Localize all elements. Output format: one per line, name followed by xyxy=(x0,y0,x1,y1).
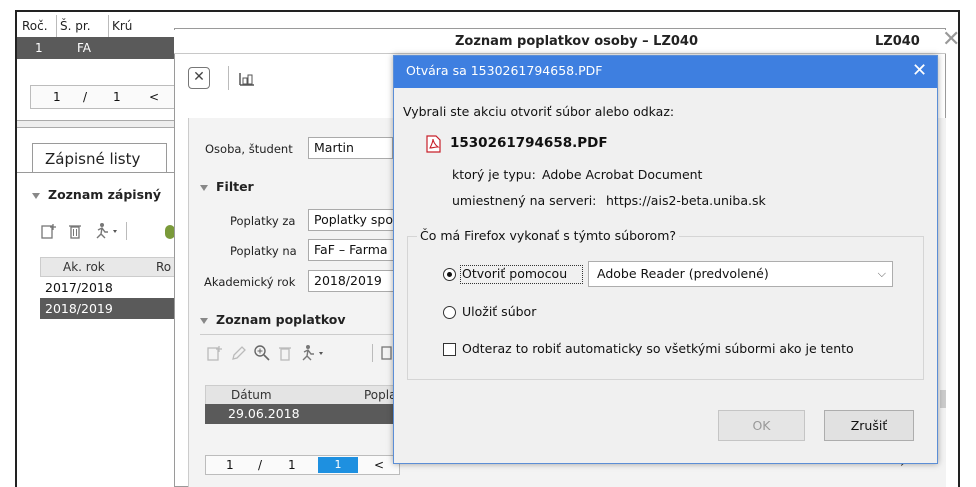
run-action-icon[interactable] xyxy=(92,222,122,240)
pdf-file-icon xyxy=(426,135,441,153)
run-action-icon[interactable] xyxy=(298,344,328,362)
intro-text: Vybrali ste akciu otvoriť súbor alebo od… xyxy=(403,104,675,119)
fees-dialog-code: LZ040 xyxy=(875,34,920,49)
table-layout-icon[interactable] xyxy=(238,70,256,88)
collapse-triangle-icon[interactable] xyxy=(200,317,208,324)
collapse-triangle-icon[interactable] xyxy=(32,192,40,199)
fees-pager: 1 / 1 < xyxy=(205,455,400,475)
new-record-icon[interactable] xyxy=(206,344,224,362)
year-label: Akademický rok xyxy=(204,275,296,289)
fees-for-label: Poplatky za xyxy=(230,214,296,228)
edit-pencil-icon[interactable] xyxy=(230,344,248,362)
col-spr[interactable]: Š. pr. xyxy=(57,15,109,37)
filter-title: Filter xyxy=(216,179,254,194)
fees-list-header[interactable]: Zoznam poplatkov xyxy=(200,312,346,327)
year-field[interactable]: 2018/2019 xyxy=(308,270,395,292)
bg-table2-header: Ak. rok Ro xyxy=(40,257,180,277)
person-label: Osoba, študent xyxy=(205,142,293,156)
bg-pager-prev[interactable]: < xyxy=(149,86,159,108)
file-name: 1530261794658.PDF xyxy=(450,135,608,151)
fees-pager-sep: / xyxy=(258,458,263,472)
fees-table-row[interactable]: 29.06.2018 xyxy=(205,404,395,424)
action-question: Čo má Firefox vykonať s týmto súborom? xyxy=(417,228,680,243)
open-with-label[interactable]: Otvoriť pomocou xyxy=(462,266,567,281)
fees-on-label: Poplatky na xyxy=(230,244,297,258)
bg-section-title: Zoznam zápisný xyxy=(48,187,162,202)
fees-table-header: Dátum Popla xyxy=(205,385,396,405)
open-with-radio[interactable] xyxy=(443,268,456,281)
bg-selected-row[interactable]: 1 FA xyxy=(17,37,177,59)
person-field[interactable]: Martin xyxy=(308,137,393,159)
file-type-value: Adobe Acrobat Document xyxy=(542,167,703,182)
col-popla[interactable]: Popla xyxy=(364,386,396,405)
close-dialog-button[interactable]: ✕ xyxy=(188,67,210,89)
col-ro[interactable]: Ro xyxy=(156,258,171,277)
bg-section-header[interactable]: Zoznam zápisný xyxy=(32,187,161,202)
toolbar-divider xyxy=(228,66,229,90)
scroll-strip[interactable] xyxy=(940,390,946,408)
bg-row-roc: 1 xyxy=(35,41,43,55)
close-icon[interactable]: ✕ xyxy=(942,29,960,51)
bg-separator xyxy=(17,120,177,128)
bg-table-header: Roč. Š. pr. Krú xyxy=(17,15,177,37)
bg-pager: 1 / 1 < xyxy=(30,85,175,109)
bg-pager-total: 1 xyxy=(113,90,121,104)
chevron-down-icon: ⌵ xyxy=(877,267,886,280)
file-type-label: ktorý je typu: xyxy=(452,167,536,182)
collapse-triangle-icon[interactable] xyxy=(200,184,208,191)
bg-pager-sep: / xyxy=(83,90,88,104)
trash-icon[interactable] xyxy=(66,222,84,240)
cancel-button[interactable]: Zrušiť xyxy=(824,410,914,441)
toolbar-divider xyxy=(126,222,127,240)
save-file-radio[interactable] xyxy=(443,306,456,319)
fees-pager-current[interactable]: 1 xyxy=(318,457,358,473)
col-datum[interactable]: Dátum xyxy=(231,386,272,405)
bg-row-spr: FA xyxy=(77,41,92,55)
auto-checkbox[interactable] xyxy=(443,343,456,356)
firefox-dialog-title: Otvára sa 1530261794658.PDF xyxy=(406,63,603,78)
fees-for-field[interactable]: Poplatky spo xyxy=(308,209,395,231)
col-roc[interactable]: Roč. xyxy=(19,15,57,37)
file-location-value: https://ais2-beta.uniba.sk xyxy=(606,193,766,208)
bg-pager-page[interactable]: 1 xyxy=(53,86,61,108)
table-row-selected[interactable]: 2018/2019 xyxy=(40,298,180,319)
close-icon[interactable]: ✕ xyxy=(912,58,927,84)
trash-icon[interactable] xyxy=(276,344,294,362)
auto-label[interactable]: Odteraz to robiť automaticky so všetkými… xyxy=(462,341,854,356)
fees-dialog-title: Zoznam poplatkov osoby – LZ040 xyxy=(455,34,699,49)
file-location-label: umiestnený na serveri: xyxy=(452,193,597,208)
copy-icon[interactable] xyxy=(380,344,394,362)
table-row[interactable]: 2017/2018 xyxy=(40,277,180,298)
fees-pager-total: 1 xyxy=(288,458,296,472)
fees-pager-page[interactable]: 1 xyxy=(226,456,234,474)
fees-list-title: Zoznam poplatkov xyxy=(216,312,346,327)
toolbar-divider xyxy=(372,344,373,362)
section-divider xyxy=(200,334,396,335)
tab-zapisne-listy[interactable]: Zápisné listy xyxy=(32,143,167,173)
fees-on-field[interactable]: FaF – Farma xyxy=(308,239,395,261)
save-file-label[interactable]: Uložiť súbor xyxy=(462,304,536,319)
ok-button[interactable]: OK xyxy=(718,410,805,441)
col-kru[interactable]: Krú xyxy=(109,15,177,37)
filter-header[interactable]: Filter xyxy=(200,179,254,194)
tab-underline xyxy=(17,172,177,173)
zoom-in-icon[interactable] xyxy=(253,344,271,362)
fees-pager-prev[interactable]: < xyxy=(374,456,384,474)
new-record-icon[interactable] xyxy=(40,222,58,240)
open-with-select[interactable]: Adobe Reader (predvolené) ⌵ xyxy=(588,261,893,287)
col-ak-rok[interactable]: Ak. rok xyxy=(63,258,105,277)
open-with-app: Adobe Reader (predvolené) xyxy=(597,266,769,281)
